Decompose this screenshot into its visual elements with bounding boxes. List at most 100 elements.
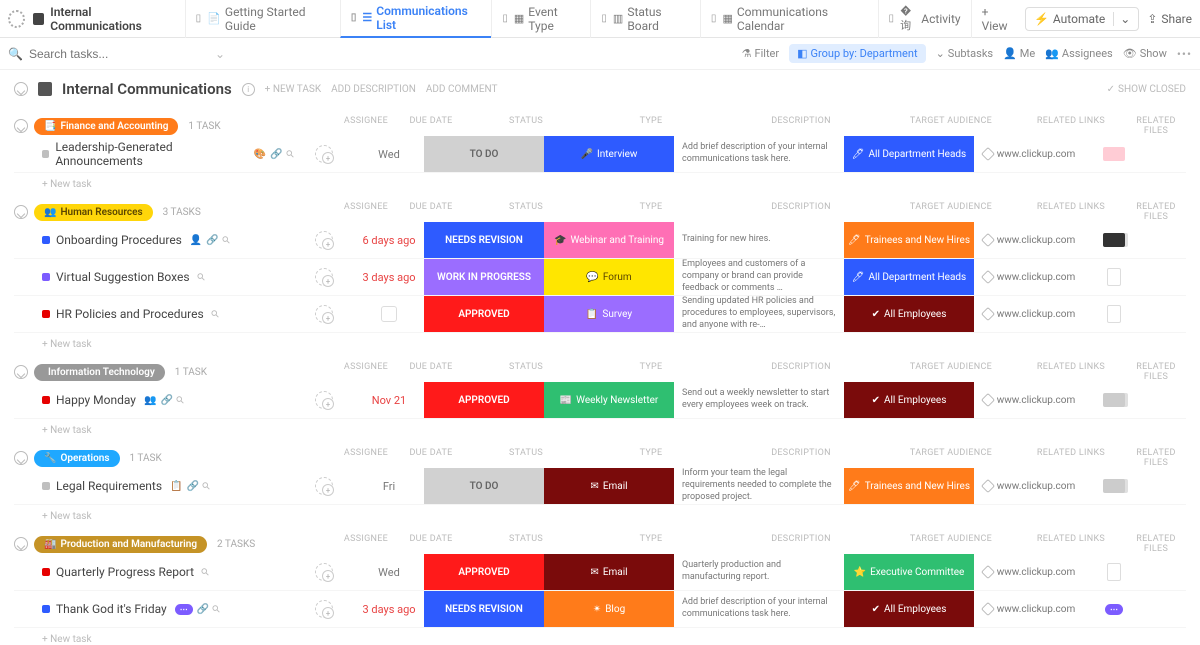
new-task-button[interactable]: + New task <box>14 628 1186 645</box>
link-cell[interactable]: www.clickup.com <box>974 567 1084 578</box>
tab-communications-list[interactable]: ▯☰Communications List <box>340 0 491 38</box>
description-cell[interactable]: Add brief description of your internal c… <box>674 597 844 620</box>
file-cell[interactable] <box>1084 147 1144 161</box>
add-comment-button[interactable]: ADD COMMENT <box>426 84 498 95</box>
status-cell[interactable]: NEEDS REVISION <box>424 591 544 627</box>
description-cell[interactable]: Inform your team the legal requirements … <box>674 468 844 503</box>
new-task-button[interactable]: + New task <box>14 173 1186 190</box>
collapse-all-icon[interactable] <box>14 82 28 96</box>
file-cell[interactable] <box>1084 233 1144 247</box>
automate-button[interactable]: ⚡ Automate ⌄ <box>1025 7 1139 31</box>
group-pill[interactable]: 🔧Operations <box>34 450 120 467</box>
list-title[interactable]: Internal Communications <box>33 5 177 33</box>
assignee-cell[interactable] <box>294 600 354 618</box>
status-cell[interactable]: NEEDS REVISION <box>424 222 544 258</box>
status-cell[interactable]: APPROVED <box>424 382 544 418</box>
file-thumbnail[interactable] <box>1103 233 1125 247</box>
audience-cell[interactable]: ✔All Employees <box>844 382 974 418</box>
audience-cell[interactable]: 🖊All Department Heads <box>844 259 974 295</box>
due-date-cell[interactable]: 6 days ago <box>354 234 424 247</box>
assignee-cell[interactable] <box>294 268 354 286</box>
due-date-cell[interactable]: Nov 21 <box>354 394 424 407</box>
file-cell[interactable] <box>1084 268 1144 286</box>
link-cell[interactable]: www.clickup.com <box>974 395 1084 406</box>
assignee-cell[interactable] <box>294 305 354 323</box>
new-task-button[interactable]: + New task <box>14 333 1186 350</box>
add-assignee-icon[interactable] <box>315 231 333 249</box>
task-name[interactable]: Onboarding Procedures <box>56 233 182 247</box>
file-cell[interactable]: ⋯ <box>1084 604 1144 615</box>
file-cell[interactable] <box>1084 305 1144 323</box>
filter-button[interactable]: ⚗Filter <box>742 47 779 60</box>
tab-activity[interactable]: ▯�询Activity <box>878 0 971 38</box>
audience-cell[interactable]: 🖊Trainees and New Hires <box>844 468 974 504</box>
calendar-icon[interactable] <box>381 306 397 322</box>
info-icon[interactable]: i <box>242 83 255 96</box>
add-view-button[interactable]: + View <box>971 0 1025 38</box>
table-row[interactable]: Virtual Suggestion Boxes ⚲ 3 days ago WO… <box>14 259 1186 296</box>
due-date-cell[interactable]: 3 days ago <box>354 271 424 284</box>
due-date-cell[interactable] <box>354 306 424 322</box>
new-task-button[interactable]: + NEW TASK <box>265 84 321 95</box>
audience-cell[interactable]: ⭐Executive Committee <box>844 554 974 590</box>
group-by-chip[interactable]: ◧Group by: Department <box>789 44 925 63</box>
assignee-cell[interactable] <box>294 391 354 409</box>
collapse-group-icon[interactable] <box>14 537 28 551</box>
add-assignee-icon[interactable] <box>315 600 333 618</box>
link-cell[interactable]: www.clickup.com <box>974 309 1084 320</box>
due-date-cell[interactable]: 3 days ago <box>354 603 424 616</box>
type-cell[interactable]: 💬Forum <box>544 259 674 295</box>
file-thumbnail[interactable] <box>1103 393 1125 407</box>
audience-cell[interactable]: 🖊Trainees and New Hires <box>844 222 974 258</box>
status-cell[interactable]: TO DO <box>424 136 544 172</box>
link-cell[interactable]: www.clickup.com <box>974 149 1084 160</box>
task-name[interactable]: HR Policies and Procedures <box>56 307 204 321</box>
file-cell[interactable] <box>1084 563 1144 581</box>
group-pill[interactable]: 👥Human Resources <box>34 204 153 221</box>
task-name[interactable]: Virtual Suggestion Boxes <box>56 270 190 284</box>
type-cell[interactable]: 🎤Interview <box>544 136 674 172</box>
group-pill[interactable]: Information Technology <box>34 364 165 381</box>
tab-getting-started-guide[interactable]: ▯📄Getting Started Guide <box>185 0 340 38</box>
link-cell[interactable]: www.clickup.com <box>974 481 1084 492</box>
file-cell[interactable] <box>1084 393 1144 407</box>
add-assignee-icon[interactable] <box>315 477 333 495</box>
task-name[interactable]: Thank God it's Friday <box>56 602 167 616</box>
audience-cell[interactable]: ✔All Employees <box>844 296 974 332</box>
collapse-group-icon[interactable] <box>14 365 28 379</box>
file-thumbnail[interactable] <box>1103 147 1125 161</box>
collapse-group-icon[interactable] <box>14 119 28 133</box>
file-doc-icon[interactable] <box>1107 563 1121 581</box>
assignee-cell[interactable] <box>294 563 354 581</box>
type-cell[interactable]: 🎓Webinar and Training <box>544 222 674 258</box>
assignees-button[interactable]: 👥Assignees <box>1045 47 1113 60</box>
add-description-button[interactable]: ADD DESCRIPTION <box>331 84 416 95</box>
assignee-cell[interactable] <box>294 477 354 495</box>
new-task-button[interactable]: + New task <box>14 505 1186 522</box>
tab-event-type[interactable]: ▯▦Event Type <box>491 0 590 38</box>
link-cell[interactable]: www.clickup.com <box>974 272 1084 283</box>
due-date-cell[interactable]: Fri <box>354 480 424 493</box>
tab-status-board[interactable]: ▯▥Status Board <box>590 0 700 38</box>
show-closed-button[interactable]: ✓SHOW CLOSED <box>1107 84 1186 95</box>
type-cell[interactable]: 📋Survey <box>544 296 674 332</box>
collapse-group-icon[interactable] <box>14 451 28 465</box>
file-thumbnail[interactable] <box>1103 479 1125 493</box>
link-cell[interactable]: www.clickup.com <box>974 235 1084 246</box>
file-doc-icon[interactable] <box>1107 268 1121 286</box>
task-name[interactable]: Quarterly Progress Report <box>56 565 194 579</box>
table-row[interactable]: Legal Requirements 📋🔗⚲ Fri TO DO ✉Email … <box>14 468 1186 505</box>
new-task-button[interactable]: + New task <box>14 419 1186 436</box>
me-button[interactable]: 👤Me <box>1003 47 1035 60</box>
chevron-down-icon[interactable]: ⌄ <box>1113 12 1130 26</box>
due-date-cell[interactable]: Wed <box>354 148 424 161</box>
table-row[interactable]: Leadership-Generated Announcements 🎨🔗⚲ W… <box>14 136 1186 173</box>
status-cell[interactable]: WORK IN PROGRESS <box>424 259 544 295</box>
more-menu[interactable]: ••• <box>1177 47 1192 61</box>
description-cell[interactable]: Employees and customers of a company or … <box>674 259 844 294</box>
file-chip[interactable]: ⋯ <box>1105 604 1123 615</box>
tab-communications-calendar[interactable]: ▯▦Communications Calendar <box>700 0 878 38</box>
collapse-group-icon[interactable] <box>14 205 28 219</box>
subtasks-button[interactable]: ⌄Subtasks <box>936 47 994 60</box>
description-cell[interactable]: Add brief description of your internal c… <box>674 142 844 165</box>
